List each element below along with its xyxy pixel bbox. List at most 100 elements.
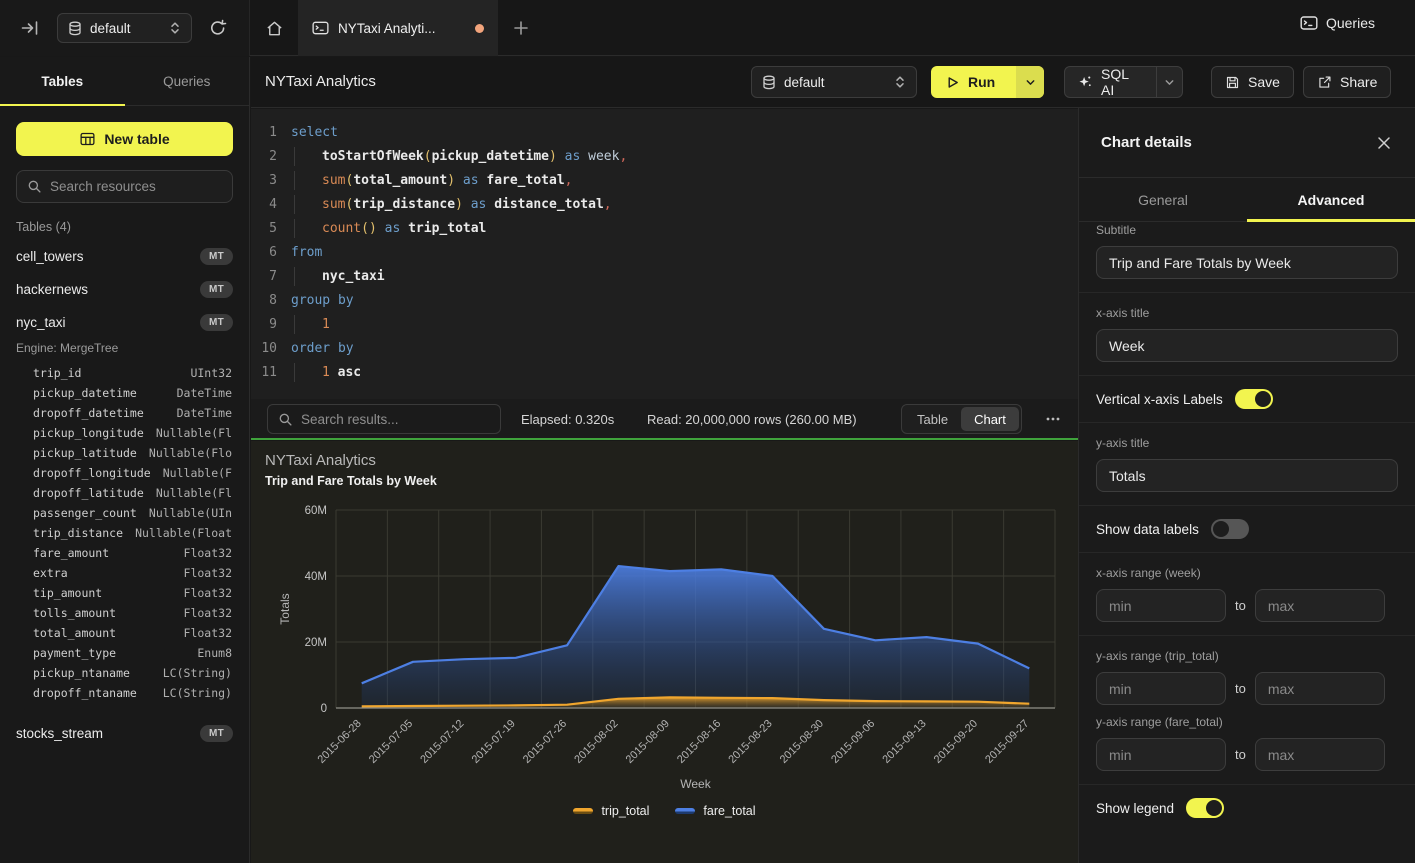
sidebar-tab-tables[interactable]: Tables [0, 57, 125, 105]
column-row[interactable]: dropoff_latitudeNullable(Fl [0, 483, 249, 503]
column-row[interactable]: trip_distanceNullable(Float [0, 523, 249, 543]
column-name: dropoff_datetime [33, 406, 177, 420]
chart-view-tab[interactable]: Chart [961, 407, 1019, 431]
line-number: 1 [251, 125, 277, 140]
table-row[interactable]: nyc_taxiMT [0, 306, 249, 339]
column-row[interactable]: tolls_amountFloat32 [0, 603, 249, 623]
editor-line: 5count() as trip_total [251, 216, 1078, 240]
data-labels-label: Show data labels [1096, 522, 1199, 537]
y-tick-label: 40M [305, 571, 327, 583]
tab-strip: NYTaxi Analyti... Queries [250, 0, 1415, 56]
toggle-knob [1255, 391, 1271, 407]
query-title: NYTaxi Analytics [265, 73, 376, 90]
column-row[interactable]: trip_idUInt32 [0, 363, 249, 383]
column-row[interactable]: dropoff_datetimeDateTime [0, 403, 249, 423]
subtitle-label: Subtitle [1096, 223, 1398, 237]
xrange-min-input[interactable] [1109, 598, 1213, 614]
sql-ai-button[interactable]: SQL AI [1064, 66, 1183, 98]
yrange-trip-max-input[interactable] [1268, 681, 1372, 697]
sidebar-search-input[interactable] [50, 179, 222, 194]
range-to-label: to [1235, 598, 1246, 613]
code-text: group by [291, 293, 354, 308]
column-row[interactable]: tip_amountFloat32 [0, 583, 249, 603]
code-text: nyc_taxi [291, 269, 385, 284]
more-options-icon[interactable] [1045, 411, 1061, 427]
query-tab[interactable]: NYTaxi Analyti... [298, 0, 498, 56]
yaxis-title-input[interactable] [1109, 468, 1385, 484]
table-engine: Engine: MergeTree [0, 339, 249, 363]
yrange-trip-max-field [1255, 672, 1385, 705]
editor-line: 10order by [251, 336, 1078, 360]
divider [1079, 292, 1415, 293]
queries-console-icon [1300, 15, 1318, 31]
xrange-max-input[interactable] [1268, 598, 1372, 614]
legend-item-fare_total[interactable]: fare_total [675, 804, 755, 818]
column-row[interactable]: passenger_countNullable(UIn [0, 503, 249, 523]
close-icon[interactable] [1375, 134, 1393, 152]
column-row[interactable]: fare_amountFloat32 [0, 543, 249, 563]
show-legend-toggle[interactable] [1186, 798, 1224, 818]
y-tick-label: 60M [305, 505, 327, 517]
line-number: 3 [251, 173, 277, 188]
new-table-button[interactable]: New table [16, 122, 233, 156]
result-view-toggle: Table Chart [901, 404, 1022, 434]
data-labels-toggle[interactable] [1211, 519, 1249, 539]
sparkle-icon [1077, 74, 1093, 90]
yrange-trip-min-input[interactable] [1109, 681, 1213, 697]
table-row[interactable]: cell_towersMT [0, 240, 249, 273]
sidebar-search[interactable] [16, 170, 233, 203]
xrange-label: x-axis range (week) [1096, 566, 1398, 580]
save-label: Save [1248, 74, 1280, 90]
table-view-tab[interactable]: Table [904, 407, 961, 431]
yrange-fare-max-input[interactable] [1268, 747, 1372, 763]
database-selector[interactable]: default [57, 13, 192, 43]
refresh-icon[interactable] [206, 16, 230, 40]
chart-panel: NYTaxi Analytics Trip and Fare Totals by… [251, 441, 1078, 863]
column-row[interactable]: dropoff_ntanameLC(String) [0, 683, 249, 703]
top-bar-left: default [0, 0, 250, 56]
column-row[interactable]: dropoff_longitudeNullable(F [0, 463, 249, 483]
column-row[interactable]: total_amountFloat32 [0, 623, 249, 643]
results-search[interactable] [267, 404, 501, 434]
column-row[interactable]: extraFloat32 [0, 563, 249, 583]
yrange-fare-row: to [1096, 738, 1398, 771]
chevron-updown-icon [169, 21, 181, 35]
new-tab-icon[interactable] [510, 17, 532, 39]
run-button[interactable]: Run [931, 66, 1044, 98]
home-icon[interactable] [262, 16, 286, 40]
sidebar-tab-queries[interactable]: Queries [125, 57, 250, 105]
collapse-sidebar-icon[interactable] [20, 18, 40, 38]
query-database-selector[interactable]: default [751, 66, 917, 98]
tab-advanced[interactable]: Advanced [1247, 178, 1415, 221]
xaxis-title-input[interactable] [1109, 338, 1385, 354]
share-button[interactable]: Share [1303, 66, 1391, 98]
yrange-fare-min-input[interactable] [1109, 747, 1213, 763]
run-options-caret[interactable] [1016, 66, 1044, 98]
sql-editor[interactable]: 1select2toStartOfWeek(pickup_datetime) a… [251, 109, 1078, 399]
tab-general[interactable]: General [1079, 178, 1247, 221]
sidebar: Tables Queries New table Tables (4) cell… [0, 57, 250, 863]
save-button[interactable]: Save [1211, 66, 1294, 98]
column-row[interactable]: pickup_datetimeDateTime [0, 383, 249, 403]
table-row[interactable]: hackernewsMT [0, 273, 249, 306]
column-row[interactable]: pickup_latitudeNullable(Flo [0, 443, 249, 463]
subtitle-input[interactable] [1109, 255, 1385, 271]
editor-line: 2toStartOfWeek(pickup_datetime) as week, [251, 144, 1078, 168]
vertical-labels-toggle[interactable] [1235, 389, 1273, 409]
results-search-input[interactable] [301, 412, 490, 427]
vertical-labels-label: Vertical x-axis Labels [1096, 392, 1223, 407]
column-row[interactable]: pickup_ntanameLC(String) [0, 663, 249, 683]
column-row[interactable]: payment_typeEnum8 [0, 643, 249, 663]
column-row[interactable]: pickup_longitudeNullable(Fl [0, 423, 249, 443]
x-tick-label: 2015-07-12 [418, 718, 466, 766]
legend-item-trip_total[interactable]: trip_total [573, 804, 649, 818]
subtitle-field [1096, 246, 1398, 279]
divider [1079, 635, 1415, 636]
x-tick-label: 2015-07-05 [367, 718, 415, 766]
query-header: NYTaxi Analytics default Run [251, 57, 1415, 108]
queries-button[interactable]: Queries [1300, 15, 1375, 31]
table-row[interactable]: stocks_streamMT [0, 717, 249, 750]
run-label: Run [968, 74, 995, 90]
yrange-trip-row: to [1096, 672, 1398, 705]
sql-ai-caret[interactable] [1156, 67, 1182, 97]
